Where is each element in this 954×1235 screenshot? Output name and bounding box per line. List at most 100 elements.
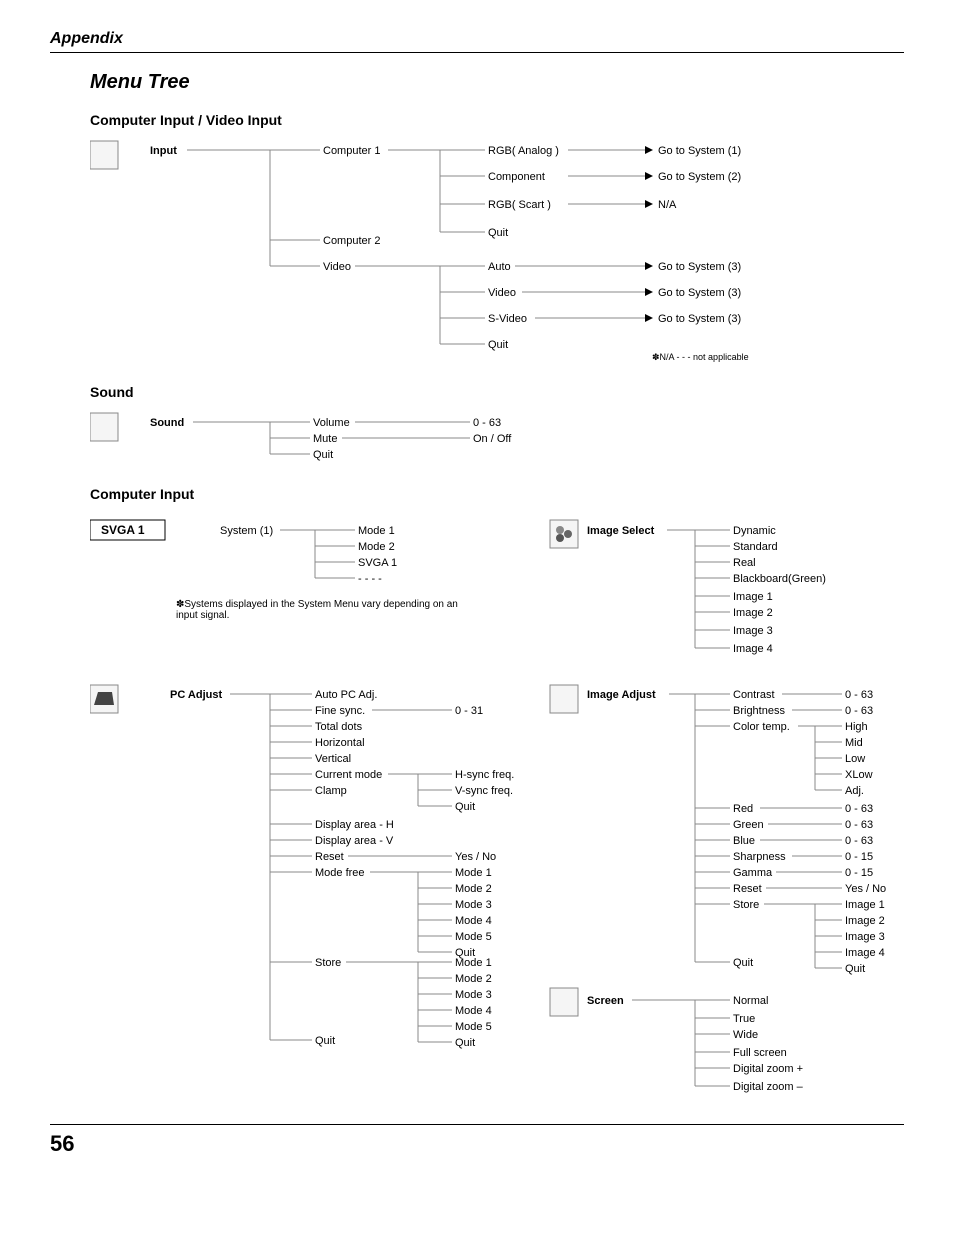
section-input: Computer Input / Video Input: [90, 112, 904, 128]
pc-store: Store: [315, 957, 341, 969]
ias-i3: Image 3: [845, 931, 885, 943]
header-rule: Appendix: [50, 30, 904, 53]
is-image3: Image 3: [733, 625, 773, 637]
section-sound: Sound: [90, 384, 904, 400]
sc-full: Full screen: [733, 1047, 787, 1059]
pc-horizontal: Horizontal: [315, 737, 365, 749]
tree-input: Input Computer 1 Computer 2 Video RGB( A…: [90, 136, 904, 366]
section-computer: Computer Input: [90, 486, 904, 502]
pc-clamp: Clamp: [315, 785, 347, 797]
component-node: Component: [488, 171, 545, 183]
ia-reset: Reset: [733, 883, 762, 895]
na-footnote: ✽N/A - - - not applicable: [652, 352, 749, 362]
ct-high: High: [845, 721, 868, 733]
mf-m3: Mode 3: [455, 899, 492, 911]
is-dynamic: Dynamic: [733, 525, 776, 537]
mf-m1: Mode 1: [455, 867, 492, 879]
pc-totaldots: Total dots: [315, 721, 363, 733]
pc-reset-v: Yes / No: [455, 851, 496, 863]
tree-svg-input: Input Computer 1 Computer 2 Video RGB( A…: [90, 136, 910, 366]
rgb-analog-node: RGB( Analog ): [488, 145, 559, 157]
system-footnote: ✽Systems displayed in the System Menu va…: [176, 599, 476, 621]
pc-dispv: Display area - V: [315, 835, 394, 847]
mf-m5: Mode 5: [455, 931, 492, 943]
pc-quit-cm: Quit: [455, 801, 475, 813]
tree-svg-sound: Sound Volume Mute Quit 0 - 63 On / Off: [90, 408, 590, 468]
pc-autopc: Auto PC Adj.: [315, 689, 377, 701]
st-m3: Mode 3: [455, 989, 492, 1001]
quit-sound-node: Quit: [313, 449, 333, 461]
goto-3a: Go to System (3): [658, 261, 741, 273]
pc-finesync-r: 0 - 31: [455, 705, 483, 717]
ia-blue: Blue: [733, 835, 755, 847]
is-blackboard: Blackboard(Green): [733, 573, 826, 585]
ia-brightness: Brightness: [733, 705, 785, 717]
na-node: N/A: [658, 199, 677, 211]
tree-sound: Sound Volume Mute Quit 0 - 63 On / Off: [90, 408, 904, 468]
svideo-node: S-Video: [488, 313, 527, 325]
pc-finesync: Fine sync.: [315, 705, 365, 717]
auto-node: Auto: [488, 261, 511, 273]
pc-hsync: H-sync freq.: [455, 769, 514, 781]
ia-red: Red: [733, 803, 753, 815]
ct-adj: Adj.: [845, 785, 864, 797]
is-standard: Standard: [733, 541, 778, 553]
is-image2: Image 2: [733, 607, 773, 619]
sc-normal: Normal: [733, 995, 768, 1007]
ia-ct: Color temp.: [733, 721, 790, 733]
is-image1: Image 1: [733, 591, 773, 603]
volume-range: 0 - 63: [473, 417, 501, 429]
sc-true: True: [733, 1013, 755, 1025]
screen-icon: [550, 988, 578, 1016]
screen-root: Screen: [587, 995, 624, 1007]
ia-quit: Quit: [733, 957, 753, 969]
ia-sharp: Sharpness: [733, 851, 786, 863]
tree-computer: SVGA 1 System (1) Mode 1 Mode 2 SVGA 1 -…: [90, 510, 904, 1100]
sc-wide: Wide: [733, 1029, 758, 1041]
ia-gamma-r: 0 - 15: [845, 867, 873, 879]
st-m4: Mode 4: [455, 1005, 492, 1017]
sys-dashes: - - - -: [358, 573, 382, 585]
sys-mode1: Mode 1: [358, 525, 395, 537]
sys-mode2: Mode 2: [358, 541, 395, 553]
mute-range: On / Off: [473, 433, 512, 445]
ct-xlow: XLow: [845, 769, 873, 781]
sound-icon: [90, 413, 118, 441]
is-image4: Image 4: [733, 643, 773, 655]
ct-low: Low: [845, 753, 865, 765]
pc-vertical: Vertical: [315, 753, 351, 765]
pc-current: Current mode: [315, 769, 382, 781]
image-select-root: Image Select: [587, 525, 655, 537]
sys-svga1: SVGA 1: [358, 557, 397, 569]
image-adjust-root: Image Adjust: [587, 689, 656, 701]
mf-m2: Mode 2: [455, 883, 492, 895]
appendix-label: Appendix: [50, 30, 904, 48]
ias-i4: Image 4: [845, 947, 885, 959]
ia-gamma: Gamma: [733, 867, 773, 879]
ias-q: Quit: [845, 963, 865, 975]
pc-vsync: V-sync freq.: [455, 785, 513, 797]
ia-sharp-r: 0 - 15: [845, 851, 873, 863]
st-q: Quit: [455, 1037, 475, 1049]
computer1-node: Computer 1: [323, 145, 380, 157]
pc-disph: Display area - H: [315, 819, 394, 831]
sc-dzm: Digital zoom –: [733, 1081, 804, 1093]
quit-node-1: Quit: [488, 227, 508, 239]
computer2-node: Computer 2: [323, 235, 380, 247]
ia-brightness-r: 0 - 63: [845, 705, 873, 717]
video-sub-node: Video: [488, 287, 516, 299]
volume-node: Volume: [313, 417, 350, 429]
st-m1: Mode 1: [455, 957, 492, 969]
input-root: Input: [150, 145, 177, 157]
page-number: 56: [50, 1124, 904, 1157]
image-adjust-icon: [550, 685, 578, 713]
pc-modefree: Mode free: [315, 867, 365, 879]
ias-i1: Image 1: [845, 899, 885, 911]
pc-adjust-root: PC Adjust: [170, 689, 222, 701]
ias-i2: Image 2: [845, 915, 885, 927]
pc-reset: Reset: [315, 851, 344, 863]
ia-blue-r: 0 - 63: [845, 835, 873, 847]
mute-node: Mute: [313, 433, 337, 445]
ia-reset-r: Yes / No: [845, 883, 886, 895]
ia-contrast: Contrast: [733, 689, 775, 701]
